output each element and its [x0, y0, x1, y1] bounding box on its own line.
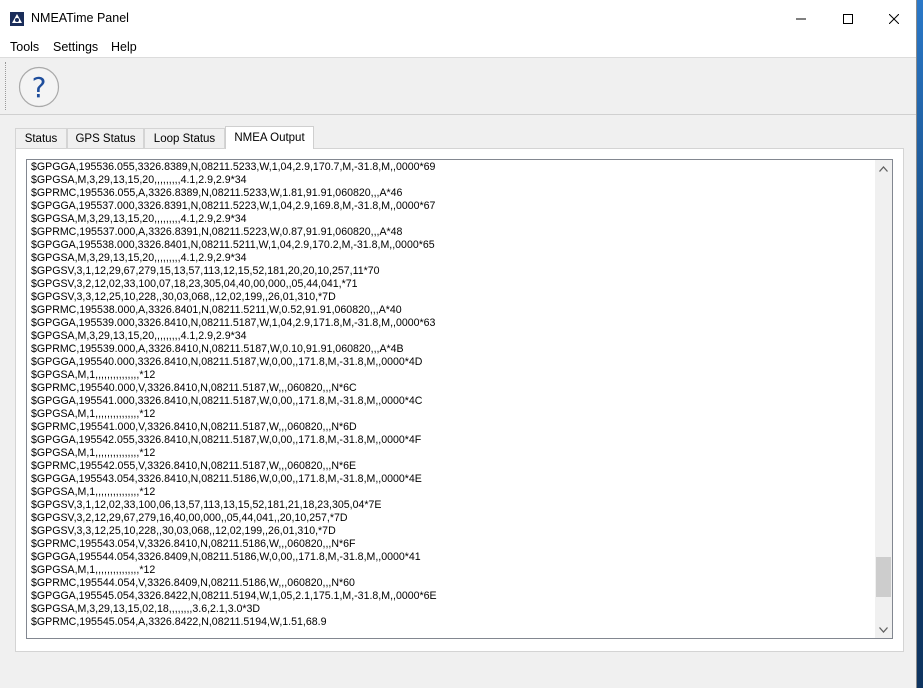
toolbar: ?	[0, 58, 916, 115]
nmea-line: $GPGGA,195540.000,3326.8410,N,08211.5187…	[31, 356, 423, 368]
nmea-line: $GPGGA,195536.055,3326.8389,N,08211.5233…	[31, 161, 436, 173]
nmea-output-textbox[interactable]: $GPGGA,195536.055,3326.8389,N,08211.5233…	[26, 159, 893, 639]
nmea-line: $GPRMC,195538.000,A,3326.8401,N,08211.52…	[31, 304, 402, 316]
tab-gps-status[interactable]: GPS Status	[67, 128, 144, 148]
scroll-down-button[interactable]	[875, 621, 892, 638]
nmea-line: $GPGSA,M,1,,,,,,,,,,,,,,,*12	[31, 408, 156, 420]
nmea-line: $GPGGA,195538.000,3326.8401,N,08211.5211…	[31, 239, 435, 251]
scroll-up-button[interactable]	[875, 160, 892, 177]
nmea-line: $GPGSA,M,1,,,,,,,,,,,,,,,*12	[31, 564, 156, 576]
nmea-line: $GPGSA,M,1,,,,,,,,,,,,,,,*12	[31, 486, 156, 498]
window-title: NMEATime Panel	[31, 11, 129, 25]
maximize-icon	[843, 14, 853, 24]
nmea-line: $GPGSV,3,1,12,29,67,279,15,13,57,113,12,…	[31, 265, 380, 277]
nmea-line: $GPGGA,195539.000,3326.8410,N,08211.5187…	[31, 317, 436, 329]
tab-nmea-output-label: NMEA Output	[234, 132, 305, 144]
tab-gps-status-label: GPS Status	[75, 132, 136, 145]
tab-nmea-output[interactable]: NMEA Output	[225, 126, 314, 149]
nmea-line: $GPGSA,M,3,29,13,15,20,,,,,,,,,4.1,2.9,2…	[31, 174, 247, 186]
nmea-output-lines: $GPGGA,195536.055,3326.8389,N,08211.5233…	[31, 161, 873, 629]
desktop-background	[917, 0, 923, 688]
menu-help[interactable]: Help	[111, 40, 137, 54]
nmea-line: $GPGSA,M,3,29,13,15,20,,,,,,,,,4.1,2.9,2…	[31, 330, 247, 342]
nmea-output-panel: $GPGGA,195536.055,3326.8389,N,08211.5233…	[15, 148, 904, 652]
menu-bar: Tools Settings Help	[0, 38, 916, 58]
menu-settings[interactable]: Settings	[53, 40, 98, 54]
help-icon[interactable]: ?	[18, 66, 60, 108]
nmea-line: $GPGSV,3,1,12,02,33,100,06,13,57,113,13,…	[31, 499, 382, 511]
tab-status-label: Status	[24, 132, 58, 145]
nmea-line: $GPGSA,M,3,29,13,15,02,18,,,,,,,,3.6,2.1…	[31, 603, 261, 615]
nmea-line: $GPRMC,195542.055,V,3326.8410,N,08211.51…	[31, 460, 357, 472]
app-window: NMEATime Panel Tools Settings Help ? Sta…	[0, 0, 917, 688]
nmea-line: $GPRMC,195540.000,V,3326.8410,N,08211.51…	[31, 382, 357, 394]
nmea-line: $GPGSA,M,3,29,13,15,20,,,,,,,,,4.1,2.9,2…	[31, 252, 247, 264]
nmea-line: $GPGGA,195541.000,3326.8410,N,08211.5187…	[31, 395, 423, 407]
tab-status[interactable]: Status	[15, 128, 67, 148]
nmea-line: $GPGGA,195537.000,3326.8391,N,08211.5223…	[31, 200, 436, 212]
vertical-scrollbar[interactable]	[875, 160, 892, 638]
nmea-line: $GPGGA,195544.054,3326.8409,N,08211.5186…	[31, 551, 421, 563]
chevron-down-icon	[879, 626, 888, 633]
nmea-line: $GPGGA,195545.054,3326.8422,N,08211.5194…	[31, 590, 437, 602]
scroll-thumb[interactable]	[876, 556, 891, 597]
minimize-icon	[796, 18, 806, 20]
nmea-line: $GPRMC,195543.054,V,3326.8410,N,08211.51…	[31, 538, 356, 550]
close-icon	[889, 14, 899, 24]
nmea-line: $GPRMC,195545.054,A,3326.8422,N,08211.51…	[31, 616, 327, 628]
tab-loop-status-label: Loop Status	[153, 132, 216, 145]
menu-tools[interactable]: Tools	[10, 40, 39, 54]
nmea-line: $GPGGA,195542.055,3326.8410,N,08211.5187…	[31, 434, 422, 446]
nmea-line: $GPGSA,M,3,29,13,15,20,,,,,,,,,4.1,2.9,2…	[31, 213, 247, 225]
toolbar-grip[interactable]	[5, 62, 8, 110]
tab-loop-status[interactable]: Loop Status	[144, 128, 225, 148]
nmea-line: $GPGSV,3,3,12,25,10,228,,30,03,068,,12,0…	[31, 525, 336, 537]
nmea-line: $GPRMC,195539.000,A,3326.8410,N,08211.51…	[31, 343, 404, 355]
svg-text:?: ?	[32, 71, 47, 104]
nmea-line: $GPRMC,195544.054,V,3326.8409,N,08211.51…	[31, 577, 355, 589]
nmea-line: $GPGSV,3,2,12,29,67,279,16,40,00,000,,05…	[31, 512, 348, 524]
maximize-button[interactable]	[825, 0, 871, 38]
title-bar[interactable]: NMEATime Panel	[0, 0, 916, 38]
nmea-line: $GPGSA,M,1,,,,,,,,,,,,,,,*12	[31, 447, 156, 459]
status-bar	[0, 660, 916, 688]
nmea-line: $GPRMC,195536.055,A,3326.8389,N,08211.52…	[31, 187, 403, 199]
nmea-line: $GPRMC,195537.000,A,3326.8391,N,08211.52…	[31, 226, 403, 238]
nmea-line: $GPGSV,3,3,12,25,10,228,,30,03,068,,12,0…	[31, 291, 336, 303]
close-button[interactable]	[871, 0, 917, 38]
nmea-line: $GPGSA,M,1,,,,,,,,,,,,,,,*12	[31, 369, 156, 381]
nmea-line: $GPGGA,195543.054,3326.8410,N,08211.5186…	[31, 473, 422, 485]
nmea-line: $GPGSV,3,2,12,02,33,100,07,18,23,305,04,…	[31, 278, 358, 290]
minimize-button[interactable]	[778, 0, 824, 38]
app-icon	[10, 12, 24, 26]
chevron-up-icon	[879, 165, 888, 172]
nmea-line: $GPRMC,195541.000,V,3326.8410,N,08211.51…	[31, 421, 357, 433]
